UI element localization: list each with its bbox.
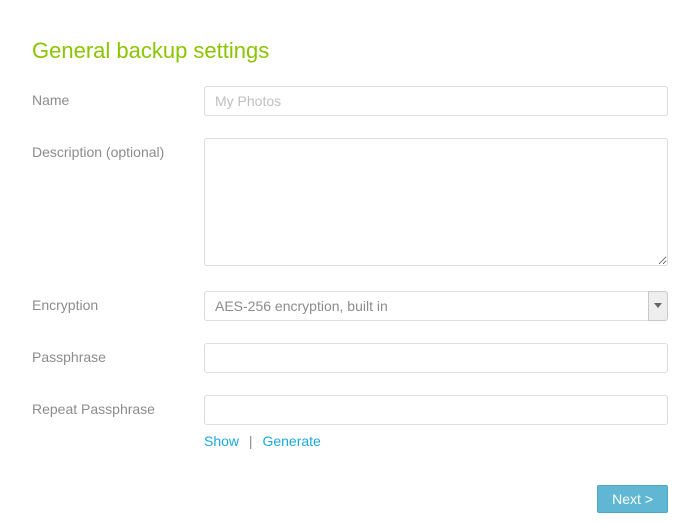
generate-link[interactable]: Generate xyxy=(262,433,320,449)
name-input[interactable] xyxy=(204,86,668,116)
encryption-select[interactable]: AES-256 encryption, built in xyxy=(204,291,668,321)
description-label: Description (optional) xyxy=(32,138,204,160)
passphrase-label: Passphrase xyxy=(32,343,204,365)
repeat-passphrase-label: Repeat Passphrase xyxy=(32,395,204,417)
encryption-label: Encryption xyxy=(32,291,204,313)
next-button[interactable]: Next > xyxy=(597,485,668,513)
description-textarea[interactable] xyxy=(204,138,668,266)
chevron-down-icon xyxy=(654,303,662,309)
page-title: General backup settings xyxy=(32,38,668,64)
show-link[interactable]: Show xyxy=(204,433,239,449)
repeat-passphrase-input[interactable] xyxy=(204,395,668,425)
passphrase-input[interactable] xyxy=(204,343,668,373)
encryption-selected-value: AES-256 encryption, built in xyxy=(204,291,648,321)
name-label: Name xyxy=(32,86,204,108)
encryption-dropdown-button[interactable] xyxy=(648,291,668,321)
link-separator: | xyxy=(249,433,253,449)
